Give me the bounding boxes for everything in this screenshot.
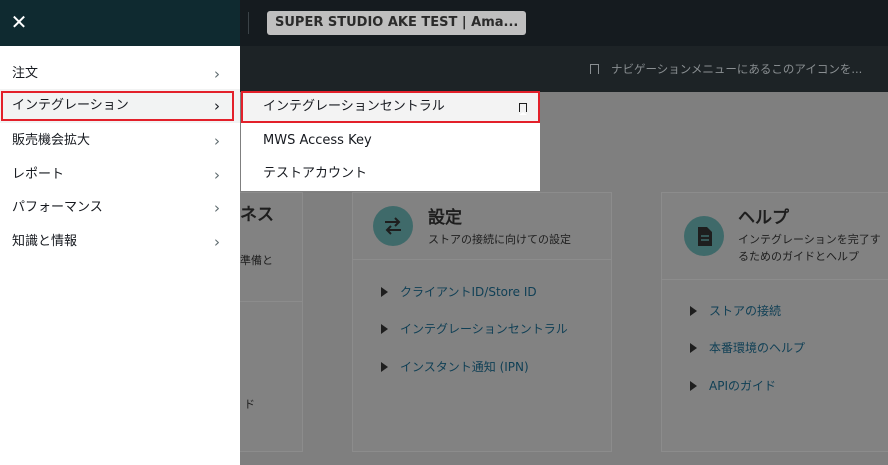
nav-item-growth[interactable]: 販売機会拡大 › xyxy=(0,124,240,158)
nav-item-performance[interactable]: パフォーマンス › xyxy=(0,191,240,225)
nav-item-label: 販売機会拡大 xyxy=(12,133,91,148)
submenu-item-mws-access-key[interactable]: MWS Access Key xyxy=(241,125,540,157)
nav-item-label: レポート xyxy=(12,167,65,182)
chevron-right-icon: › xyxy=(214,166,220,184)
nav-drawer-header: ✕ xyxy=(0,0,240,46)
nav-item-label: パフォーマンス xyxy=(12,200,103,215)
bookmark-tip-text: ナビゲーションメニューにあるこのアイコンを... xyxy=(611,62,863,76)
triangle-right-icon xyxy=(690,380,697,391)
triangle-right-icon xyxy=(381,286,388,297)
card-help: ヘルプ インテグレーションを完了す るためのガイドとヘルプ ストアの接続 本番環… xyxy=(661,192,888,452)
settings-title: 設定 xyxy=(428,208,462,228)
chevron-right-icon: › xyxy=(214,65,220,83)
settings-subtitle: ストアの接続に向けての設定 xyxy=(428,233,571,246)
card-left-subtitle-fragment: 準備と xyxy=(240,254,273,267)
triangle-right-icon xyxy=(381,361,388,372)
settings-link-client-id[interactable]: クライアントID/Store ID xyxy=(381,283,537,300)
card-left-title-fragment: ネス xyxy=(240,205,274,225)
nav-drawer: ✕ 注文 › インテグレーション › 販売機会拡大 › レポート › パフォーマ… xyxy=(0,0,240,465)
close-icon[interactable]: ✕ xyxy=(10,12,28,32)
settings-link-integration-central[interactable]: インテグレーションセントラル xyxy=(381,320,568,337)
help-link-production-help[interactable]: 本番環境のヘルプ xyxy=(690,339,805,356)
triangle-right-icon xyxy=(690,305,697,316)
chevron-right-icon: › xyxy=(214,199,220,217)
help-title: ヘルプ xyxy=(738,208,789,228)
submenu-item-test-account[interactable]: テストアカウント xyxy=(241,158,540,190)
highlight-box-integration xyxy=(1,91,234,121)
topbar-divider xyxy=(248,12,249,34)
triangle-right-icon xyxy=(690,342,697,353)
help-subtitle-1: インテグレーションを完了す xyxy=(738,233,881,246)
bookmark-tip: ナビゲーションメニューにあるこのアイコンを... xyxy=(590,46,862,92)
submenu-item-label: MWS Access Key xyxy=(263,133,372,148)
nav-item-reports[interactable]: レポート › xyxy=(0,158,240,192)
nav-item-knowledge[interactable]: 知識と情報 › xyxy=(0,225,240,259)
settings-link-ipn[interactable]: インスタント通知 (IPN) xyxy=(381,358,529,375)
help-subtitle-2: るためのガイドとヘルプ xyxy=(738,250,859,263)
document-icon xyxy=(684,216,724,256)
card-left-link-fragment: ド xyxy=(244,398,255,411)
card-settings: 設定 ストアの接続に向けての設定 クライアントID/Store ID インテグレ… xyxy=(352,192,612,452)
store-selector[interactable]: SUPER STUDIO AKE TEST | Ama... xyxy=(267,11,527,35)
chevron-right-icon: › xyxy=(214,233,220,251)
help-link-api-guide[interactable]: APIのガイド xyxy=(690,377,776,394)
nav-item-orders[interactable]: 注文 › xyxy=(0,57,240,91)
nav-item-label: 注文 xyxy=(12,66,39,81)
help-link-store-connection[interactable]: ストアの接続 xyxy=(690,302,781,319)
nav-item-label: 知識と情報 xyxy=(12,234,78,249)
bookmark-icon xyxy=(590,63,599,74)
transfer-icon xyxy=(373,206,413,246)
triangle-right-icon xyxy=(381,323,388,334)
chevron-right-icon: › xyxy=(214,132,220,150)
submenu-item-label: テストアカウント xyxy=(263,166,368,181)
highlight-box-integration-central xyxy=(241,91,540,123)
